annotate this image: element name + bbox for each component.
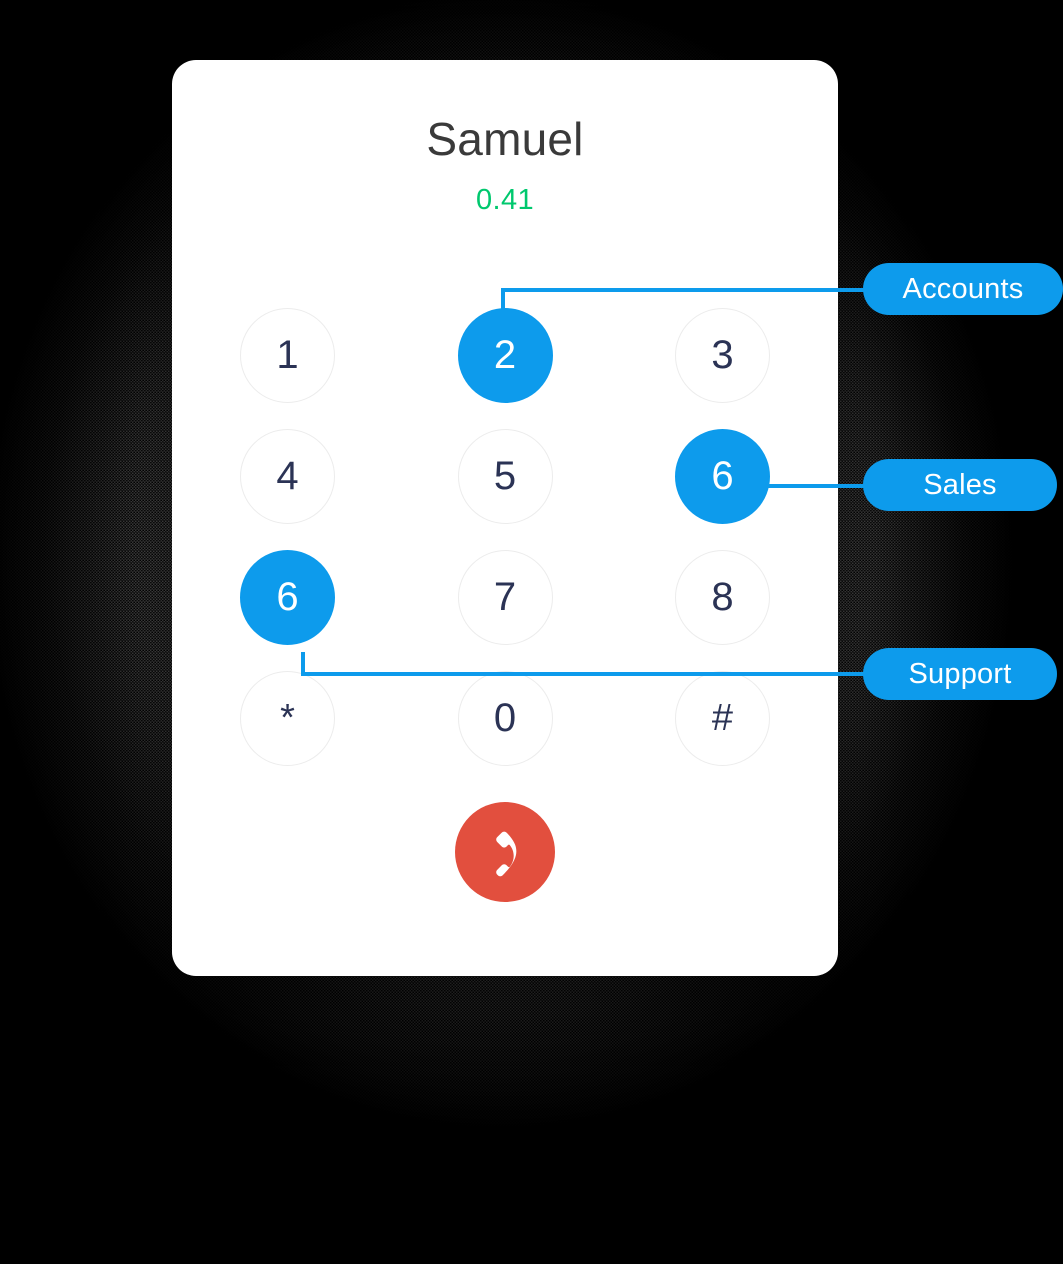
dialpad-key-8[interactable]: 7 (457, 550, 553, 645)
dialer-card: Samuel 0.41 1 2 3 4 5 6 6 7 8 * 0 # (172, 60, 838, 976)
dialpad-row: 1 2 3 (240, 308, 770, 403)
callout-connector-accounts-horizontal (501, 288, 881, 292)
callout-pill-support[interactable]: Support (863, 648, 1057, 700)
callout-connector-accounts-vertical (501, 288, 505, 316)
dialpad-key-1[interactable]: 1 (240, 308, 335, 403)
dialpad-key-label: 4 (276, 454, 299, 498)
dialpad-row: 6 7 8 (240, 550, 770, 645)
callout-connector-sales-horizontal (748, 484, 882, 488)
callout-pill-accounts[interactable]: Accounts (863, 263, 1063, 315)
dialpad-key-9[interactable]: 8 (675, 550, 770, 645)
dialpad-key-label: 6 (276, 575, 299, 619)
hangup-button[interactable] (455, 802, 555, 902)
dialpad: 1 2 3 4 5 6 6 7 8 * 0 # (240, 308, 770, 792)
dialpad-key-label: # (711, 697, 734, 739)
callout-connector-support-horizontal (301, 672, 881, 676)
contact-name: Samuel (426, 113, 584, 165)
dialpad-key-pound[interactable]: # (675, 671, 770, 766)
dialpad-key-label: 3 (711, 333, 734, 377)
dialpad-key-3[interactable]: 3 (675, 308, 770, 403)
dialpad-key-2[interactable]: 2 (457, 308, 553, 403)
dialpad-key-0[interactable]: 0 (457, 671, 553, 766)
dialpad-row: * 0 # (240, 671, 770, 766)
dialpad-row: 4 5 6 (240, 429, 770, 524)
phone-hangup-icon (477, 824, 533, 880)
hangup-button-container (172, 802, 838, 902)
dialpad-key-label: 8 (711, 575, 734, 619)
call-timer: 0.41 (475, 184, 535, 216)
callout-pill-label: Support (908, 657, 1012, 690)
dialpad-key-label: 1 (276, 333, 299, 377)
dialpad-key-star[interactable]: * (240, 671, 335, 766)
dialpad-key-label: 2 (493, 333, 517, 377)
dialpad-key-label: 6 (711, 454, 734, 498)
callout-pill-label: Accounts (902, 272, 1024, 305)
dialpad-key-6[interactable]: 6 (675, 429, 770, 524)
dialpad-key-label: * (280, 697, 295, 739)
screenshot-stage: Samuel 0.41 1 2 3 4 5 6 6 7 8 * 0 # Acco… (0, 0, 1063, 1264)
dialpad-key-label: 7 (493, 575, 517, 619)
dialpad-key-label: 5 (493, 454, 517, 498)
dialpad-key-label: 0 (493, 696, 517, 740)
callout-pill-label: Sales (923, 468, 997, 501)
dialpad-key-7[interactable]: 6 (240, 550, 335, 645)
dialpad-key-5[interactable]: 5 (457, 429, 553, 524)
callout-pill-sales[interactable]: Sales (863, 459, 1057, 511)
dialpad-key-4[interactable]: 4 (240, 429, 335, 524)
